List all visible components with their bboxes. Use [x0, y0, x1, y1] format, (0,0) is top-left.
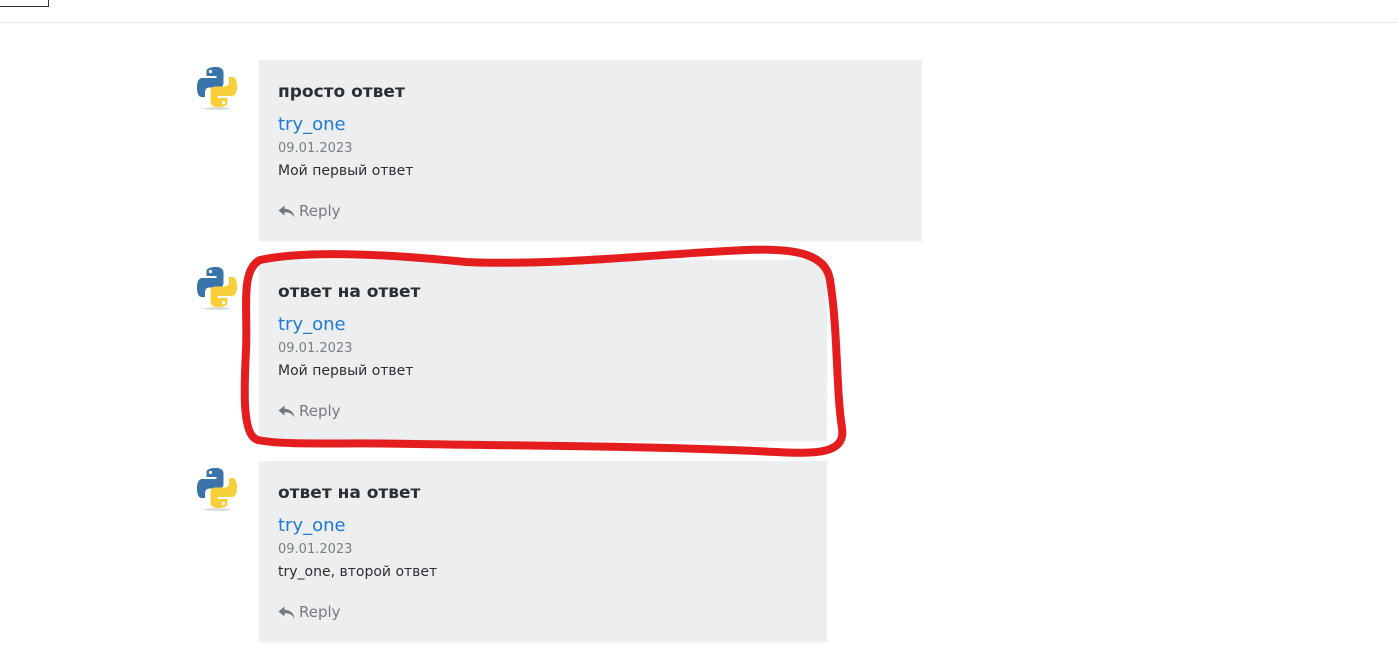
reply-label: Reply: [299, 202, 341, 220]
reply-button[interactable]: Reply: [278, 202, 341, 220]
python-logo-icon: [194, 264, 240, 310]
reply-label: Reply: [299, 603, 341, 621]
top-navigation-bar: [0, 0, 1398, 23]
python-logo-icon: [194, 465, 240, 511]
comment-text: Мой первый ответ: [278, 163, 414, 179]
python-logo-icon: [194, 64, 240, 110]
comment-title: ответ на ответ: [278, 483, 421, 503]
comment-author-link[interactable]: try_one: [278, 314, 346, 335]
comment-author-link[interactable]: try_one: [278, 114, 346, 135]
comment-date: 09.01.2023: [278, 542, 353, 557]
reply-label: Reply: [299, 402, 341, 420]
comment-date: 09.01.2023: [278, 141, 353, 156]
comment-date: 09.01.2023: [278, 341, 353, 356]
reply-arrow-icon: [278, 606, 295, 619]
comment-card: просто ответ try_one 09.01.2023 Мой перв…: [259, 60, 922, 241]
comment-card: ответ на ответ try_one 09.01.2023 Мой пе…: [259, 260, 827, 441]
reply-arrow-icon: [278, 405, 295, 418]
comment-text: try_one, второй ответ: [278, 564, 438, 580]
reply-arrow-icon: [278, 205, 295, 218]
comment-card: ответ на ответ try_one 09.01.2023 try_on…: [259, 461, 827, 642]
comment-title: ответ на ответ: [278, 282, 421, 302]
comment-author-link[interactable]: try_one: [278, 515, 346, 536]
reply-button[interactable]: Reply: [278, 402, 341, 420]
comment-title: просто ответ: [278, 82, 405, 102]
nav-element-fragment: [0, 0, 49, 7]
comment-text: Мой первый ответ: [278, 363, 414, 379]
reply-button[interactable]: Reply: [278, 603, 341, 621]
